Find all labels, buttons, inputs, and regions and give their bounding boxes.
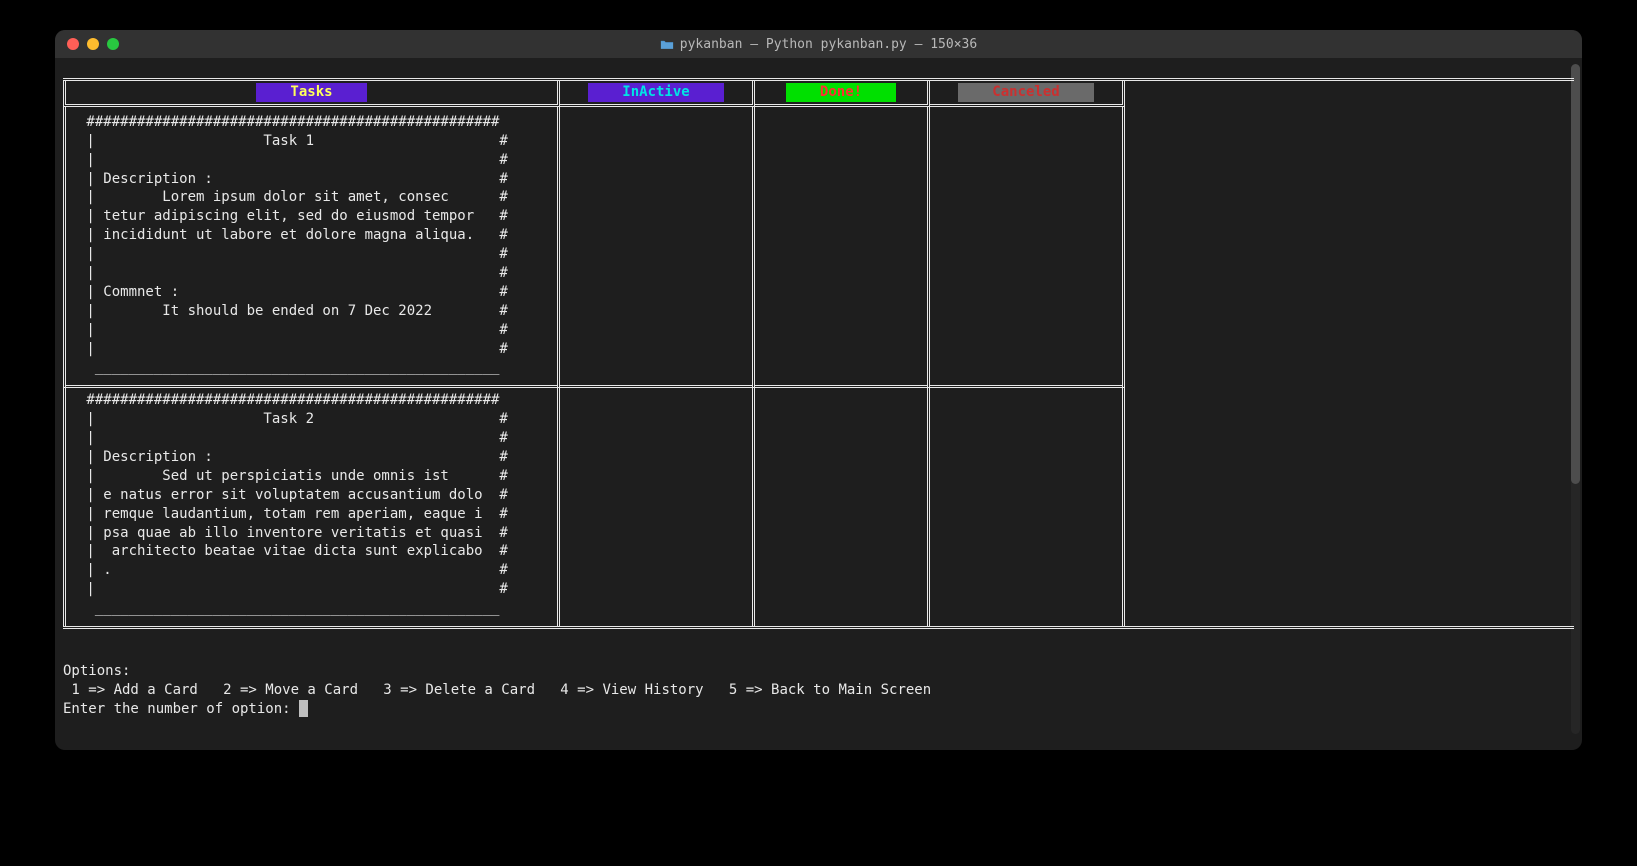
empty-cell (560, 385, 755, 626)
titlebar: pykanban — Python pykanban.py — 150×36 (55, 30, 1582, 58)
column-header-canceled: Canceled (930, 81, 1125, 107)
empty-cell (755, 385, 930, 626)
table-row: ########################################… (63, 385, 1574, 626)
kanban-body: ########################################… (63, 107, 1574, 629)
column-header-done: Done! (755, 81, 930, 107)
empty-cell (930, 385, 1125, 626)
column-header-tasks: Tasks (63, 81, 560, 107)
window-title-text: pykanban — Python pykanban.py — 150×36 (680, 37, 977, 52)
kanban-header-row: Tasks InActive Done! Canceled (63, 78, 1574, 107)
options-header: Options: (63, 663, 130, 679)
column-label-done: Done! (786, 83, 896, 102)
window-title: pykanban — Python pykanban.py — 150×36 (55, 37, 1582, 52)
column-label-inactive: InActive (588, 83, 723, 102)
card-task-2: ########################################… (63, 385, 560, 626)
column-label-canceled: Canceled (958, 83, 1093, 102)
options-block: Options: 1 => Add a Card 2 => Move a Car… (63, 629, 1574, 719)
folder-icon (660, 39, 674, 50)
column-label-tasks: Tasks (256, 83, 366, 102)
options-line: 1 => Add a Card 2 => Move a Card 3 => De… (63, 682, 931, 698)
scrollbar[interactable] (1571, 64, 1580, 734)
card-task-1: ########################################… (63, 107, 560, 385)
empty-cell (560, 107, 755, 385)
scrollbar-thumb[interactable] (1571, 64, 1580, 484)
cursor-icon[interactable] (299, 700, 308, 717)
input-prompt: Enter the number of option: (63, 701, 299, 717)
table-row: ########################################… (63, 107, 1574, 385)
column-header-inactive: InActive (560, 81, 755, 107)
empty-cell (930, 107, 1125, 385)
terminal-window: pykanban — Python pykanban.py — 150×36 T… (55, 30, 1582, 750)
terminal-body[interactable]: Tasks InActive Done! Canceled ##########… (55, 58, 1582, 729)
empty-cell (755, 107, 930, 385)
